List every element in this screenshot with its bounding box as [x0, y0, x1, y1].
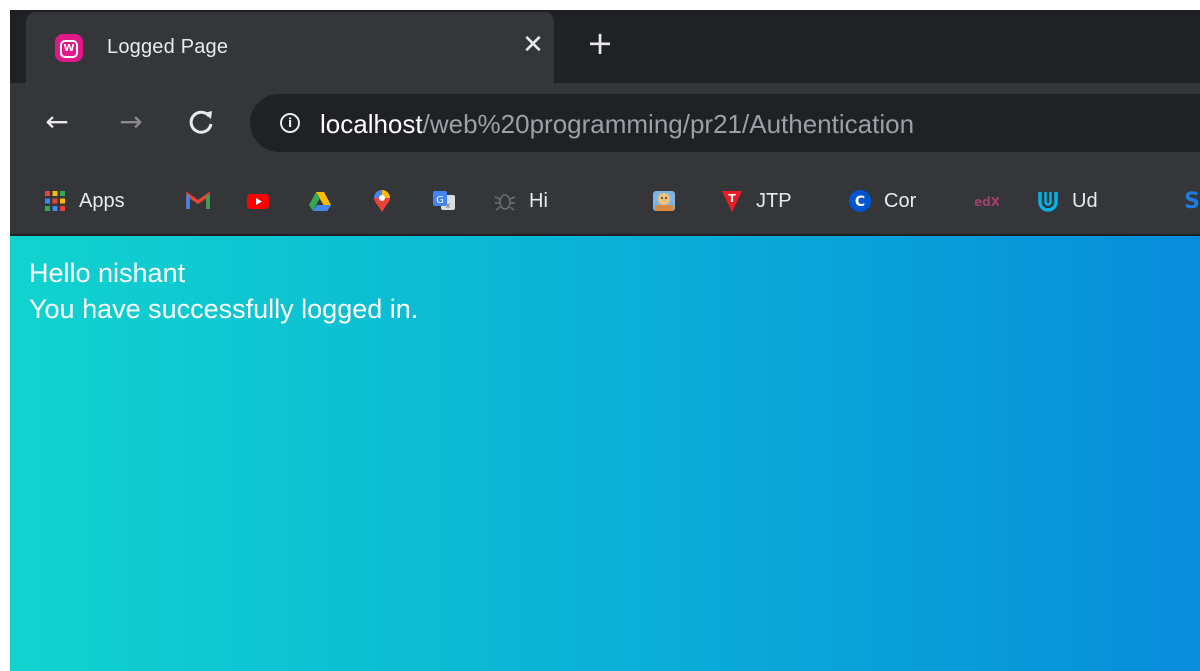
svg-text:S: S [1184, 189, 1200, 213]
bookmark-coursera[interactable]: C Cor [848, 188, 916, 214]
close-tab-icon[interactable]: ✕ [520, 32, 546, 58]
site-info-icon[interactable]: i [280, 113, 300, 133]
bookmark-label: Hi [529, 189, 548, 212]
url-host: localhost [320, 109, 423, 139]
svg-text:edX: edX [975, 195, 999, 209]
back-button[interactable]: ← [40, 105, 74, 139]
bookmark-udacity[interactable]: Ud [1036, 188, 1098, 214]
edx-icon: edX [975, 195, 999, 209]
reload-button[interactable] [184, 105, 218, 139]
bookmark-s[interactable]: S [1180, 188, 1200, 214]
udacity-icon [1038, 192, 1058, 212]
bookmark-google-drive[interactable] [308, 188, 332, 214]
login-success-message: You have successfully logged in. [29, 294, 419, 324]
svg-text:C: C [855, 194, 865, 210]
navigation-toolbar: ← → i localhost/web%20programming/pr21/A… [10, 83, 1200, 168]
bookmark-hi[interactable]: Hi [493, 188, 548, 214]
apps-grid-icon [45, 191, 65, 211]
tab-logged-page[interactable]: W Logged Page ✕ [26, 12, 554, 83]
gmail-icon [186, 191, 210, 209]
tab-title: Logged Page [107, 36, 229, 58]
url-text[interactable]: localhost/web%20programming/pr21/Authent… [320, 109, 914, 140]
page-content: Hello nishant You have successfully logg… [10, 236, 1200, 671]
bookmarks-bar: Apps G x Hi T JTP C Cor edX Ud S [10, 168, 1200, 236]
google-drive-icon [309, 192, 331, 211]
bookmark-edx[interactable]: edX [975, 188, 999, 214]
s-icon: S [1184, 189, 1200, 213]
bookmark-label: JTP [756, 189, 792, 212]
reload-icon [189, 110, 213, 134]
new-tab-button[interactable]: + [585, 27, 615, 59]
avatar-icon [653, 191, 675, 211]
bookmark-label: Cor [884, 189, 917, 212]
greeting-text: Hello nishant [29, 258, 186, 288]
youtube-icon [247, 194, 269, 209]
javatpoint-icon: T [722, 191, 742, 212]
coursera-icon: C [849, 190, 871, 212]
google-maps-icon [374, 190, 390, 212]
bookmark-google-translate[interactable]: G x [432, 188, 456, 214]
bug-icon [494, 194, 516, 211]
bookmark-gmail[interactable] [186, 188, 210, 214]
tab-strip: W Logged Page ✕ + [10, 10, 1200, 83]
bookmark-google-maps[interactable] [370, 188, 394, 214]
svg-text:T: T [728, 192, 736, 205]
browser-window: W Logged Page ✕ + ← → i localhost/web%20… [10, 10, 1200, 671]
svg-text:G: G [436, 195, 444, 206]
bookmark-avatar[interactable] [652, 188, 676, 214]
bookmark-apps[interactable]: Apps [43, 188, 125, 214]
bookmark-label: Ud [1072, 189, 1098, 212]
wamp-favicon-icon: W [55, 34, 83, 62]
bookmark-youtube[interactable] [246, 188, 270, 214]
bookmark-label: Apps [79, 189, 125, 212]
bookmark-jtp[interactable]: T JTP [720, 188, 792, 214]
google-translate-icon: G x [433, 191, 455, 210]
address-bar[interactable]: i localhost/web%20programming/pr21/Authe… [250, 94, 1200, 152]
url-path: /web%20programming/pr21/Authentication [422, 109, 915, 139]
forward-button[interactable]: → [114, 105, 148, 139]
svg-text:x: x [446, 201, 451, 210]
